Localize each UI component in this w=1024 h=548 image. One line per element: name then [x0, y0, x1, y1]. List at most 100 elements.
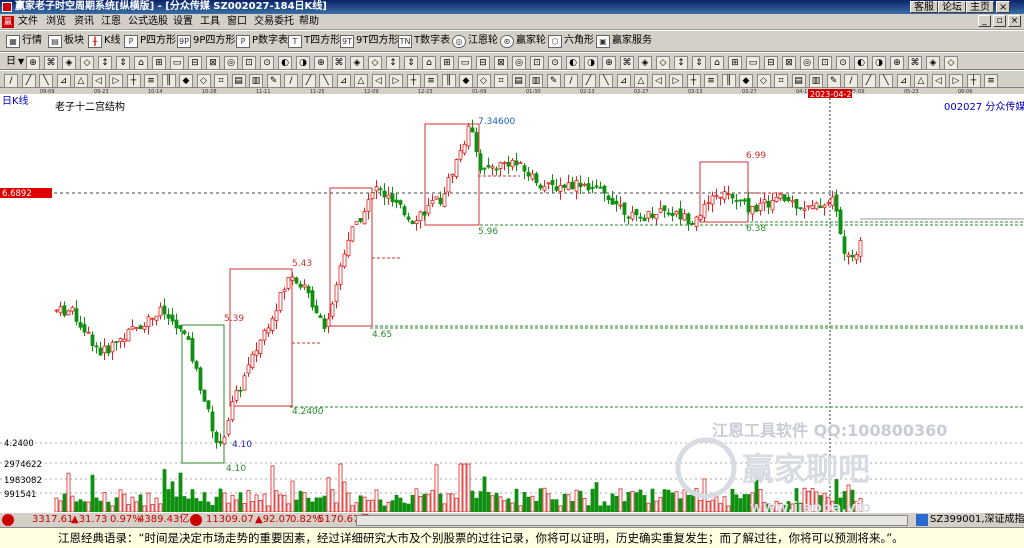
tool-button[interactable]: ◐ [566, 56, 580, 70]
service-button[interactable]: ▣ 赢家服务 [596, 33, 652, 49]
tool-button[interactable]: ▭ [746, 56, 760, 70]
tool-button[interactable]: / [4, 74, 18, 88]
tool-button[interactable]: ◈ [350, 56, 364, 70]
tool-button[interactable]: ⊟ [764, 56, 778, 70]
tool-button[interactable]: ⊙ [260, 56, 274, 70]
tool-button[interactable]: ✎ [266, 74, 281, 88]
tool-button[interactable]: ⊡ [242, 56, 256, 70]
tool-button[interactable]: ◆ [459, 74, 473, 88]
tool-button[interactable]: ✎ [826, 74, 841, 88]
tool-button[interactable]: ⊕ [26, 56, 40, 70]
tool-button[interactable]: ◎ [800, 56, 814, 70]
tool-button[interactable]: ⇕ [404, 56, 418, 70]
gann-wheel-button[interactable]: ◎ 江恩轮 [452, 33, 498, 49]
menu-tools[interactable]: 工具 [200, 15, 220, 29]
tool-button[interactable]: ◇ [656, 56, 670, 70]
tool-button[interactable]: ◎ [224, 56, 238, 70]
9t-square-button[interactable]: 9T 9T四方形 [340, 33, 398, 49]
tool-button[interactable]: ▷ [389, 74, 403, 88]
tool-button[interactable]: ◁ [651, 74, 666, 88]
tool-button[interactable]: ⌗ [494, 74, 508, 88]
tool-button[interactable]: ╱ [301, 74, 316, 88]
tool-button[interactable]: ║ [721, 74, 736, 88]
tool-button[interactable]: ⊠ [206, 56, 220, 70]
9p-square-button[interactable]: 9P 9P四方形 [177, 33, 235, 49]
forum-link[interactable]: 论坛 [938, 1, 966, 13]
tool-button[interactable]: ▥ [809, 74, 823, 88]
tool-button[interactable]: ║ [161, 74, 176, 88]
period-select[interactable]: 日 ▼ [6, 54, 24, 70]
kline-button[interactable]: ╫ K线 [88, 33, 121, 49]
tool-button[interactable]: ▭ [170, 56, 184, 70]
tool-button[interactable]: ⌂ [134, 56, 148, 70]
tool-button[interactable]: ▥ [529, 74, 543, 88]
tool-button[interactable]: / [844, 74, 858, 88]
home-link[interactable]: 主页 [966, 1, 994, 13]
tool-button[interactable]: ⊞ [152, 56, 166, 70]
tool-button[interactable]: ⊕ [890, 56, 904, 70]
tool-button[interactable]: ╱ [861, 74, 876, 88]
tool-button[interactable]: ◁ [931, 74, 946, 88]
restore-icon[interactable]: ▫ [993, 15, 1006, 27]
tool-button[interactable]: ┼ [966, 74, 981, 88]
tool-button[interactable]: ◎ [512, 56, 526, 70]
tool-button[interactable]: ↕ [386, 56, 400, 70]
tool-button[interactable]: ⊞ [728, 56, 742, 70]
menu-help[interactable]: 帮助 [299, 15, 319, 29]
tool-button[interactable]: ╱ [581, 74, 596, 88]
menu-gann[interactable]: 江恩 [101, 15, 121, 29]
tool-button[interactable]: ⊞ [440, 56, 454, 70]
tool-button[interactable]: ⇕ [116, 56, 130, 70]
tool-button[interactable]: / [564, 74, 578, 88]
tool-button[interactable]: ⊿ [896, 74, 911, 88]
period-tab[interactable]: 日K线 [2, 94, 29, 107]
tool-button[interactable]: △ [74, 74, 88, 88]
tool-button[interactable]: ◈ [62, 56, 76, 70]
quotes-button[interactable]: ▦ 行情 [6, 33, 42, 49]
tool-button[interactable]: ▤ [231, 74, 246, 88]
tool-button[interactable]: ⇕ [692, 56, 706, 70]
tool-button[interactable]: ◈ [926, 56, 940, 70]
tool-button[interactable]: ◑ [584, 56, 598, 70]
tool-button[interactable]: ◇ [756, 74, 771, 88]
tool-button[interactable]: ⊙ [836, 56, 850, 70]
tool-button[interactable]: ⌘ [908, 56, 922, 70]
chart-area[interactable]: 09-09 09-23 10-14 10-28 11-11 11-25 12-09 12-23… [0, 88, 1024, 512]
tool-button[interactable]: ◇ [368, 56, 382, 70]
tool-button[interactable]: ▤ [791, 74, 806, 88]
tool-button[interactable]: ⊕ [602, 56, 616, 70]
tool-button[interactable]: ⊡ [530, 56, 544, 70]
kline-chart[interactable]: 09-09 09-23 10-14 10-28 11-11 11-25 12-09 12-23… [0, 88, 1024, 512]
tool-button[interactable]: ┼ [406, 74, 421, 88]
tool-button[interactable]: ◐ [854, 56, 868, 70]
tool-button[interactable]: ┼ [686, 74, 701, 88]
tool-button[interactable]: ◇ [196, 74, 211, 88]
tool-button[interactable]: △ [914, 74, 928, 88]
tool-button[interactable]: ⊕ [314, 56, 328, 70]
tool-button[interactable]: ◆ [179, 74, 193, 88]
service-link[interactable]: 客服 [910, 1, 938, 13]
tool-button[interactable]: ⊿ [336, 74, 351, 88]
tool-button[interactable]: ▷ [109, 74, 123, 88]
tool-button[interactable]: ╲ [599, 74, 613, 88]
tool-button[interactable]: ↕ [98, 56, 112, 70]
tool-button[interactable]: △ [354, 74, 368, 88]
tool-button[interactable]: ≡ [144, 74, 158, 88]
menu-formula-select[interactable]: 公式选股 [128, 15, 168, 29]
winner-wheel-button[interactable]: ⊛ 赢家轮 [500, 33, 546, 49]
tool-button[interactable]: ⌘ [620, 56, 634, 70]
tool-button[interactable]: / [284, 74, 298, 88]
tool-button[interactable]: ┼ [126, 74, 141, 88]
tool-button[interactable]: ⊿ [616, 74, 631, 88]
tool-button[interactable]: ⊡ [818, 56, 832, 70]
tool-button[interactable]: ⌗ [774, 74, 788, 88]
menu-window[interactable]: 窗口 [227, 15, 247, 29]
tool-button[interactable]: ⌘ [44, 56, 58, 70]
p-number-table-button[interactable]: P P数字表 [236, 33, 288, 49]
tool-button[interactable]: ╲ [319, 74, 333, 88]
mdi-close-icon[interactable]: × [1008, 15, 1021, 27]
tool-button[interactable]: ◆ [739, 74, 753, 88]
tool-button[interactable]: ◁ [371, 74, 386, 88]
minimize-icon[interactable]: _ [978, 15, 991, 27]
tool-button[interactable]: ▤ [511, 74, 526, 88]
